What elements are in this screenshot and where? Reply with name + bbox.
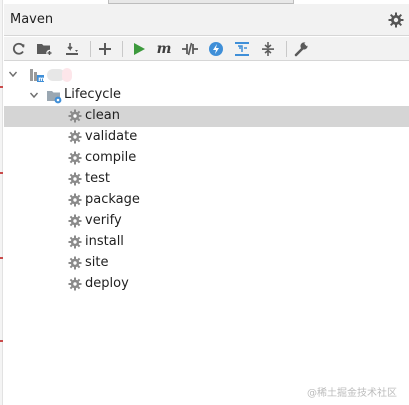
goal-label: validate (85, 129, 138, 144)
lifecycle-folder-icon (47, 91, 62, 104)
toolbar-separator (90, 41, 91, 57)
tree-row-project[interactable]: m (4, 64, 409, 85)
tree-row-goal[interactable]: install (4, 232, 409, 253)
gutter-marker (0, 86, 3, 88)
chevron-down-icon[interactable] (8, 69, 18, 79)
goal-label: verify (85, 213, 122, 228)
tree-row-goal[interactable]: site (4, 253, 409, 274)
tree-row-goal[interactable]: clean (4, 106, 409, 127)
goal-gear-icon (68, 256, 82, 270)
goal-label: package (85, 192, 140, 207)
lightning-icon[interactable] (206, 39, 226, 59)
maven-tool-window: Maven m m Lifecycle clean validate compi… (0, 0, 409, 405)
gutter-marker (0, 172, 3, 174)
project-name-redacted (62, 68, 72, 82)
panel-header: Maven (4, 4, 409, 36)
goal-gear-icon (68, 130, 82, 144)
tree-row-goal[interactable]: deploy (4, 274, 409, 295)
offline-icon[interactable] (180, 39, 200, 59)
chevron-down-icon[interactable] (29, 90, 39, 100)
gutter-marker (0, 257, 3, 259)
maven-project-tree: m Lifecycle clean validate compile test … (4, 62, 409, 405)
collapse-icon[interactable] (258, 39, 278, 59)
goal-gear-icon (68, 172, 82, 186)
tree-row-goal[interactable]: compile (4, 148, 409, 169)
lifecycle-label: Lifecycle (64, 87, 122, 102)
tree-row-goal[interactable]: package (4, 190, 409, 211)
goal-label: deploy (85, 276, 129, 291)
download-icon[interactable] (62, 39, 82, 59)
goal-label: clean (85, 108, 120, 123)
plus-icon[interactable] (95, 39, 115, 59)
m-icon[interactable]: m (154, 39, 174, 59)
watermark: @稀土掘金技术社区 (307, 388, 397, 399)
goal-label: test (85, 171, 110, 186)
maven-project-icon: m (30, 69, 44, 83)
gutter-marker (0, 340, 3, 342)
tree-row-goal[interactable]: verify (4, 211, 409, 232)
goal-gear-icon (68, 277, 82, 291)
maven-toolbar: m (4, 37, 409, 61)
goal-gear-icon (68, 235, 82, 249)
tree-row-goal[interactable]: validate (4, 127, 409, 148)
dependencies-icon[interactable] (232, 39, 252, 59)
refresh-icon[interactable] (9, 39, 29, 59)
svg-text:m: m (38, 76, 44, 83)
tree-row-lifecycle[interactable]: Lifecycle (4, 85, 409, 106)
panel-title: Maven (10, 12, 54, 27)
goal-label: compile (85, 150, 137, 165)
goal-gear-icon (68, 151, 82, 165)
editor-gutter-strip (0, 0, 3, 405)
goal-gear-icon (68, 109, 82, 123)
play-icon[interactable] (129, 39, 149, 59)
wrench-icon[interactable] (291, 39, 311, 59)
folder-plus-icon[interactable] (35, 39, 55, 59)
goal-label: install (85, 234, 124, 249)
toolbar-separator (286, 41, 287, 57)
toolbar-separator (122, 41, 123, 57)
gear-icon[interactable] (387, 11, 405, 29)
goal-gear-icon (68, 214, 82, 228)
goal-label: site (85, 255, 109, 270)
tree-row-goal[interactable]: test (4, 169, 409, 190)
goal-gear-icon (68, 193, 82, 207)
